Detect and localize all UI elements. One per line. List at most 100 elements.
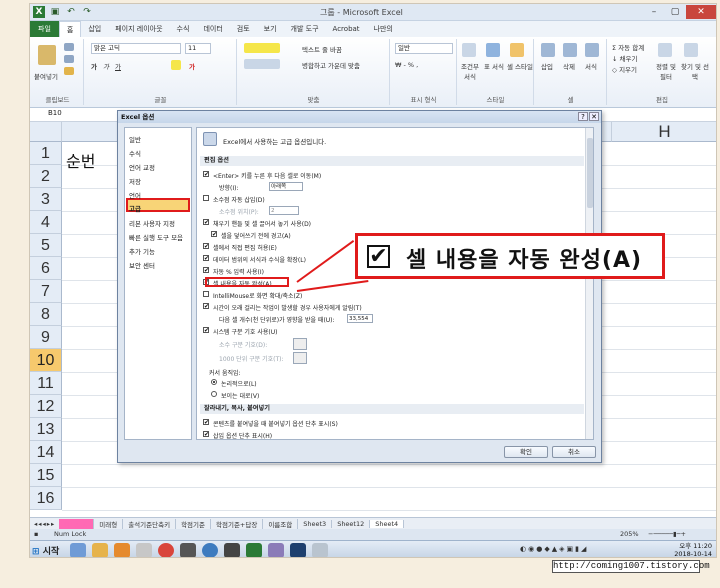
format-cells-icon[interactable] (585, 43, 599, 57)
tab-view[interactable]: 보기 (257, 21, 284, 37)
paste-icon[interactable] (38, 45, 56, 65)
checkbox-auto-percent[interactable]: ✔ (203, 267, 209, 274)
undo-icon[interactable]: ↶ (65, 6, 77, 18)
radio-visual[interactable] (211, 391, 217, 397)
media-icon[interactable] (202, 543, 218, 557)
delete-cells-icon[interactable] (563, 43, 577, 57)
table-format-icon[interactable] (486, 43, 500, 57)
row-header[interactable]: 11 (30, 372, 62, 395)
tool-icon[interactable] (312, 543, 328, 557)
checkbox-system-separators[interactable]: ✔ (203, 327, 209, 334)
scroll-thumb[interactable] (587, 138, 593, 208)
row-header[interactable]: 14 (30, 441, 62, 464)
sheet-tab[interactable]: 이름조합 (263, 518, 299, 529)
decimal-separator-input[interactable] (293, 338, 307, 350)
checkbox-fill-handle[interactable]: ✔ (203, 219, 209, 226)
paste-button[interactable]: 붙여넣기 (34, 71, 58, 81)
row-header[interactable]: 12 (30, 395, 62, 418)
cancel-button[interactable]: 취소 (552, 446, 596, 458)
align-left-icon[interactable] (244, 59, 280, 69)
checkbox-decimal[interactable] (203, 195, 209, 201)
chrome-icon[interactable] (158, 543, 174, 557)
find-select-button[interactable]: 찾기 및 선택 (680, 61, 710, 81)
direction-select[interactable]: 아래쪽 (269, 182, 303, 191)
tab-home[interactable]: 홈 (58, 21, 82, 37)
scissors-icon[interactable] (136, 543, 152, 557)
row-header[interactable]: 4 (30, 211, 62, 234)
maximize-icon[interactable]: ▢ (665, 5, 685, 19)
nav-general[interactable]: 일반 (129, 134, 141, 144)
number-format-box[interactable]: 일반 (395, 43, 453, 54)
sheet-tab[interactable]: 이름변경 (59, 518, 95, 529)
row-header-selected[interactable]: 10 (30, 349, 62, 372)
decimal-places-input[interactable]: 2 (269, 206, 299, 215)
fill-button[interactable]: ↓ 채우기 (612, 53, 637, 63)
affected-cells-input[interactable]: 33,554 (347, 314, 373, 323)
sheet-tab[interactable]: 출석기준단축키 (123, 518, 177, 529)
excel-icon[interactable]: X (33, 6, 45, 18)
help-icon[interactable]: ? (578, 112, 588, 121)
network-icon[interactable] (268, 543, 284, 557)
delete-button[interactable]: 삭제 (563, 61, 575, 71)
nav-advanced[interactable]: 고급 (129, 203, 141, 213)
app-icon[interactable] (180, 543, 196, 557)
zoom-level[interactable]: 205% (620, 530, 639, 538)
row-header[interactable]: 13 (30, 418, 62, 441)
currency-button[interactable]: ₩ - % , (395, 61, 418, 69)
checkbox-extend-formats[interactable]: ✔ (203, 255, 209, 262)
insert-cells-icon[interactable] (541, 43, 555, 57)
minimize-icon[interactable]: – (644, 5, 664, 19)
cell-a1[interactable]: 순번 (66, 148, 95, 172)
nav-proofing[interactable]: 언어 교정 (129, 162, 155, 172)
explorer-icon[interactable] (92, 543, 108, 557)
find-select-icon[interactable] (684, 43, 698, 57)
tab-insert[interactable]: 삽입 (81, 21, 108, 37)
font-color-button[interactable]: 가 (189, 61, 195, 71)
checkbox-alert[interactable]: ✔ (203, 303, 209, 310)
align-top-icon[interactable] (244, 43, 280, 53)
nav-customize-ribbon[interactable]: 리본 사용자 지정 (129, 218, 175, 228)
tab-custom[interactable]: 나만의 (367, 21, 400, 37)
sort-filter-icon[interactable] (658, 43, 672, 57)
fill-color-icon[interactable] (171, 60, 181, 70)
tab-acrobat[interactable]: Acrobat (326, 21, 367, 37)
tab-formulas[interactable]: 수식 (170, 21, 197, 37)
font-name-box[interactable]: 맑은 고딕 (91, 43, 181, 54)
autosum-button[interactable]: Σ 자동 합계 (612, 42, 644, 52)
checkbox-intellimouse[interactable] (203, 291, 209, 297)
nav-quick-access[interactable]: 빠른 실행 도구 모음 (129, 232, 183, 242)
copy-icon[interactable] (64, 55, 74, 63)
tray-icons[interactable]: ◐◉●◆▲◈▣▮◢ (520, 545, 588, 553)
row-header[interactable]: 3 (30, 188, 62, 211)
nav-save[interactable]: 저장 (129, 176, 141, 186)
checkbox-insert-options[interactable]: ✔ (203, 431, 209, 438)
sort-filter-button[interactable]: 정렬 및 필터 (652, 61, 680, 81)
row-header[interactable]: 16 (30, 487, 62, 510)
clock[interactable]: 오후 11:20 2018-10-14 (674, 542, 712, 557)
radio-logical[interactable] (211, 379, 217, 385)
tab-review[interactable]: 검토 (230, 21, 257, 37)
italic-button[interactable]: 가 (103, 61, 109, 71)
format-button[interactable]: 서식 (585, 61, 597, 71)
start-button[interactable]: ⊞ 시작 (32, 544, 59, 557)
close-icon[interactable]: ✕ (686, 5, 716, 19)
conditional-format-icon[interactable] (462, 43, 476, 57)
row-header[interactable]: 6 (30, 257, 62, 280)
clear-button[interactable]: ◇ 지우기 (612, 64, 637, 74)
wrap-text-button[interactable]: 텍스트 줄 바꿈 (302, 44, 342, 54)
redo-icon[interactable]: ↷ (81, 6, 93, 18)
tab-data[interactable]: 데이터 (196, 21, 229, 37)
tab-file[interactable]: 파일 (30, 21, 59, 37)
nav-language[interactable]: 언어 (129, 190, 141, 200)
select-all-corner[interactable] (30, 122, 62, 142)
media-player-icon[interactable] (114, 543, 130, 557)
nav-addins[interactable]: 추가 기능 (129, 246, 155, 256)
tab-developer[interactable]: 개발 도구 (284, 21, 326, 37)
conditional-format-button[interactable]: 조건부 서식 (458, 61, 482, 81)
sheet-tab[interactable]: Sheet12 (332, 519, 371, 528)
row-header[interactable]: 8 (30, 303, 62, 326)
sheet-tab[interactable]: 미래형 (94, 518, 124, 529)
ok-button[interactable]: 확인 (504, 446, 548, 458)
name-box[interactable]: B10 (48, 109, 108, 120)
dialog-close-icon[interactable]: ✕ (589, 112, 599, 121)
